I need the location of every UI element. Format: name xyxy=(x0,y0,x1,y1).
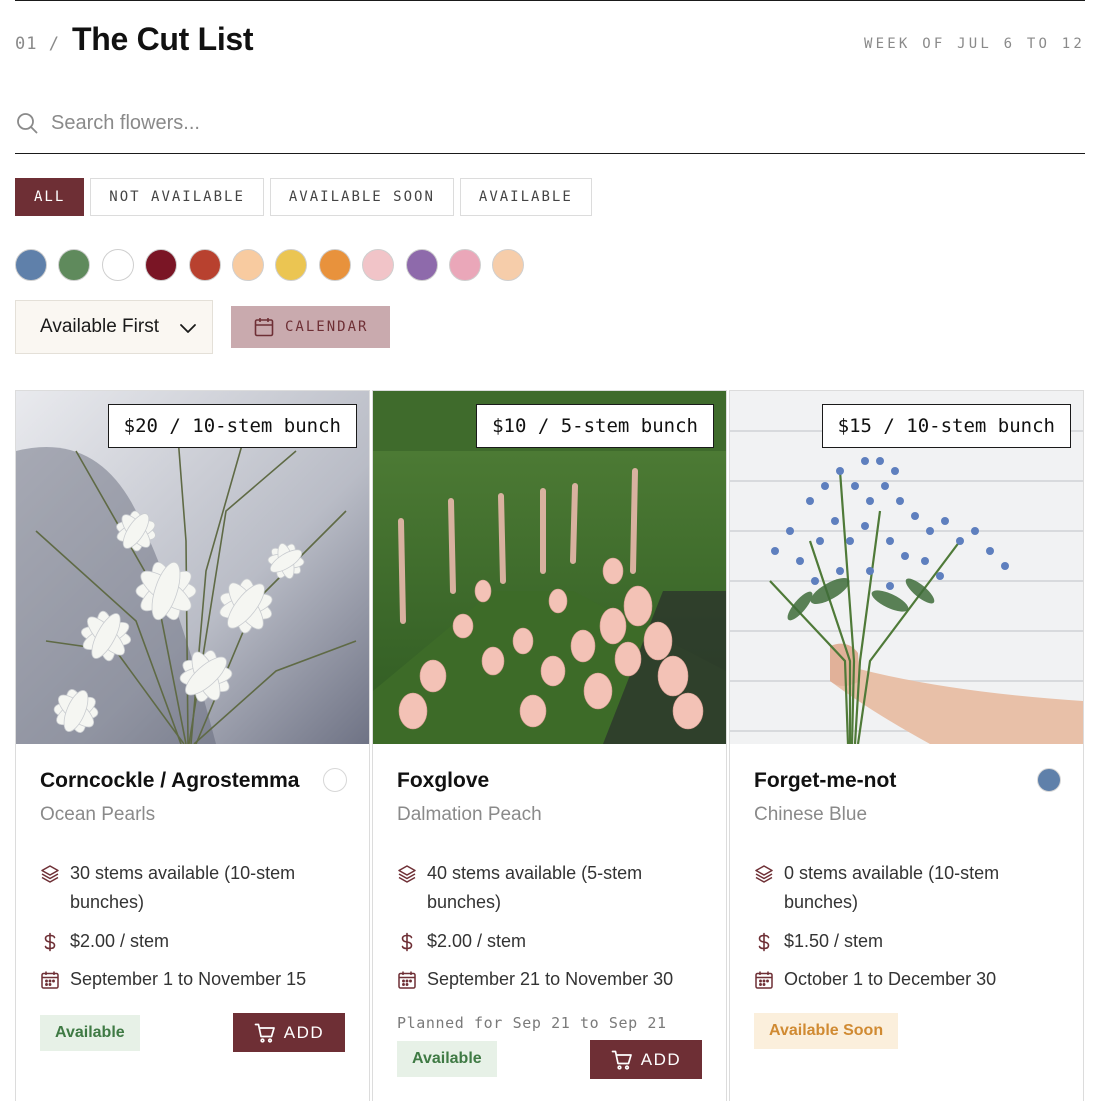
season-row: October 1 to December 30 xyxy=(754,965,1044,994)
sort-dropdown-label: Available First xyxy=(40,316,159,337)
status-badge: Available xyxy=(397,1041,497,1077)
flower-card[interactable]: $15 / 10-stem bunch Forget-me-not Chines… xyxy=(729,390,1084,1101)
color-dot xyxy=(323,768,347,792)
stems-row: 30 stems available (10-stem bunches) xyxy=(40,859,330,917)
sort-dropdown[interactable]: Available First xyxy=(15,300,213,354)
color-swatch-green[interactable] xyxy=(58,249,91,281)
color-swatch-blue[interactable] xyxy=(15,249,47,281)
page-title: The Cut List xyxy=(72,21,254,57)
week-range: WEEK OF JUL 6 TO 12 xyxy=(864,36,1085,52)
stems-available: 40 stems available (5-stem bunches) xyxy=(427,863,643,912)
search-bar xyxy=(15,100,1085,154)
calendar-button[interactable]: CALENDAR xyxy=(231,306,390,348)
cart-icon xyxy=(611,1050,632,1070)
stems-available: 0 stems available (10-stem bunches) xyxy=(784,863,1000,912)
dollar-icon xyxy=(758,932,770,952)
color-swatch-purple[interactable] xyxy=(405,249,438,281)
section-number: 01 / xyxy=(15,34,60,54)
dollar-icon xyxy=(401,932,413,952)
price-per-stem: $1.50 / stem xyxy=(784,931,884,951)
price-tag: $10 / 5-stem bunch xyxy=(476,404,714,448)
season-dates: October 1 to December 30 xyxy=(784,969,997,989)
flower-variety: Dalmation Peach xyxy=(397,804,542,825)
color-swatch-peach[interactable] xyxy=(231,249,264,281)
layers-icon xyxy=(398,865,416,883)
color-swatch-orange[interactable] xyxy=(318,249,351,281)
filter-available-soon-button[interactable]: AVAILABLE SOON xyxy=(269,178,454,216)
season-row: September 1 to November 15 xyxy=(40,965,330,994)
price-tag: $20 / 10-stem bunch xyxy=(107,404,357,448)
add-button-label: ADD xyxy=(640,1049,682,1069)
planned-dates: Planned for Sep 21 to Sep 21 xyxy=(397,1014,667,1032)
flower-grid: $20 / 10-stem bunch Corncockle / Agroste… xyxy=(15,390,1085,1101)
top-rule xyxy=(15,0,1085,1)
color-swatch-white[interactable] xyxy=(101,249,134,281)
search-icon xyxy=(17,113,38,134)
stems-row: 0 stems available (10-stem bunches) xyxy=(754,859,1044,917)
flower-photo-corncockle: $20 / 10-stem bunch xyxy=(16,391,369,744)
add-button-label: ADD xyxy=(283,1022,325,1042)
page-header: 01 / The Cut List WEEK OF JUL 6 TO 12 xyxy=(15,18,1085,62)
stems-available: 30 stems available (10-stem bunches) xyxy=(70,863,296,912)
stems-row: 40 stems available (5-stem bunches) xyxy=(397,859,687,917)
season-dates: September 21 to November 30 xyxy=(427,969,674,989)
filter-not-available-button[interactable]: NOT AVAILABLE xyxy=(90,178,264,216)
cart-icon xyxy=(254,1023,275,1043)
season-row: September 21 to November 30 xyxy=(397,965,687,994)
chevron-down-icon xyxy=(180,324,196,333)
search-input[interactable] xyxy=(51,106,1051,140)
calendar-button-label: CALENDAR xyxy=(285,319,369,335)
dollar-icon xyxy=(44,932,56,952)
season-dates: September 1 to November 15 xyxy=(70,969,307,989)
color-swatch-red[interactable] xyxy=(188,249,221,281)
calendar-icon xyxy=(398,971,416,989)
flower-card[interactable]: $10 / 5-stem bunch Foxglove Dalmation Pe… xyxy=(372,390,727,1101)
price-per-stem: $2.00 / stem xyxy=(427,931,527,951)
flower-name: Foxglove xyxy=(397,769,490,792)
price-row: $1.50 / stem xyxy=(754,927,1044,956)
color-swatch-yellow[interactable] xyxy=(275,249,308,281)
layers-icon xyxy=(41,865,59,883)
status-badge: Available Soon xyxy=(754,1013,899,1049)
flower-photo-foxglove: $10 / 5-stem bunch xyxy=(373,391,726,744)
filter-all-button[interactable]: ALL xyxy=(15,178,85,216)
status-filters: ALL NOT AVAILABLE AVAILABLE SOON AVAILAB… xyxy=(15,178,592,216)
price-row: $2.00 / stem xyxy=(397,927,687,956)
color-swatch-light-pink[interactable] xyxy=(362,249,395,281)
price-tag: $15 / 10-stem bunch xyxy=(821,404,1071,448)
flower-variety: Ocean Pearls xyxy=(40,804,156,825)
flower-photo-forget-me-not: $15 / 10-stem bunch xyxy=(730,391,1083,744)
layers-icon xyxy=(755,865,773,883)
calendar-icon xyxy=(254,318,274,337)
price-row: $2.00 / stem xyxy=(40,927,330,956)
flower-card[interactable]: $20 / 10-stem bunch Corncockle / Agroste… xyxy=(15,390,370,1101)
add-to-cart-button[interactable]: ADD xyxy=(590,1040,702,1079)
color-filter xyxy=(15,249,525,281)
color-swatch-burgundy[interactable] xyxy=(145,249,178,281)
color-swatch-apricot[interactable] xyxy=(492,249,525,281)
flower-name: Corncockle / Agrostemma xyxy=(40,769,300,792)
calendar-icon xyxy=(41,971,59,989)
color-swatch-pink[interactable] xyxy=(448,249,481,281)
status-badge: Available xyxy=(40,1015,140,1051)
add-to-cart-button[interactable]: ADD xyxy=(233,1013,345,1052)
filter-available-button[interactable]: AVAILABLE xyxy=(459,178,592,216)
flower-name: Forget-me-not xyxy=(754,769,897,792)
color-dot xyxy=(1037,768,1061,792)
price-per-stem: $2.00 / stem xyxy=(70,931,170,951)
flower-variety: Chinese Blue xyxy=(754,804,868,825)
calendar-icon xyxy=(755,971,773,989)
